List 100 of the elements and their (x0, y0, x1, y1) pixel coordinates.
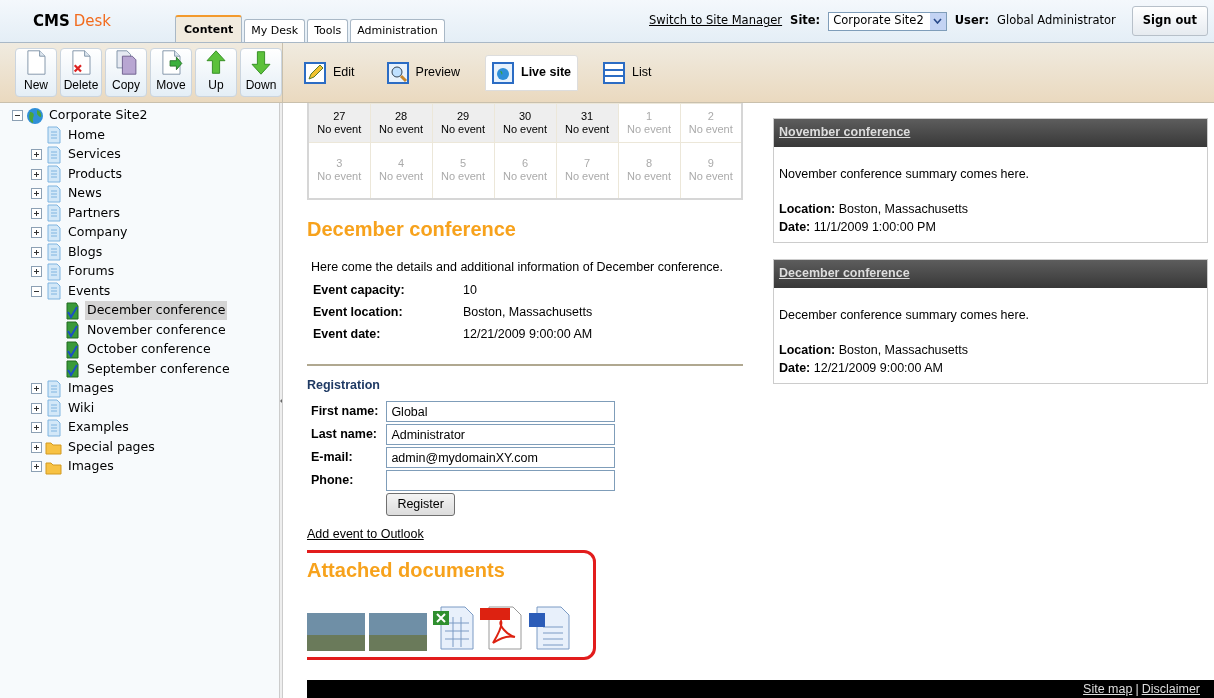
collapse-toggle-icon[interactable] (12, 110, 23, 122)
event-status: No event (564, 170, 610, 184)
event-status: No event (687, 123, 734, 137)
tab[interactable]: Administration (350, 18, 445, 42)
tree-item[interactable]: December conference (85, 301, 228, 321)
footer-link[interactable]: Site map (1083, 679, 1133, 698)
tree-item[interactable]: Home (66, 125, 107, 145)
tree-item[interactable]: Corporate Site2 (47, 106, 150, 126)
photo-placeholder[interactable] (307, 612, 365, 651)
expand-toggle-icon[interactable] (31, 266, 42, 278)
tree-item[interactable]: Images (66, 379, 116, 399)
text-field[interactable]: Global (386, 401, 616, 423)
text-field[interactable]: Administrator (386, 424, 616, 446)
text-field[interactable] (386, 470, 616, 492)
day-number: 5 (458, 157, 468, 171)
detail-label: Event location: (312, 304, 404, 321)
site-select[interactable]: Corporate Site2 (828, 11, 947, 31)
tree-item[interactable]: Partners (66, 203, 122, 223)
expand-toggle-icon[interactable] (31, 383, 42, 395)
magnifier-icon (386, 61, 409, 84)
toolbar-button[interactable]: Down (240, 48, 282, 97)
calendar-cell[interactable]: 30 No event (494, 103, 556, 143)
expand-toggle-icon[interactable] (31, 168, 42, 180)
outlook-link[interactable]: Add event to Outlook (307, 525, 424, 544)
photo-placeholder[interactable] (369, 612, 427, 651)
tree-item[interactable]: Products (66, 164, 124, 184)
view-tab[interactable]: List (596, 54, 659, 91)
sign-out-button[interactable]: Sign out (1131, 6, 1208, 36)
event-link[interactable]: December conference (779, 266, 910, 280)
calendar-cell[interactable]: 27 No event (308, 103, 370, 143)
event-link[interactable]: November conference (779, 125, 911, 139)
view-tab[interactable]: Preview (379, 54, 467, 91)
event-status: No event (626, 123, 672, 137)
view-tab[interactable]: Edit (297, 54, 362, 91)
day-number: 3 (335, 157, 344, 171)
toolbar-button[interactable]: Up (195, 48, 237, 97)
text-field[interactable]: admin@mydomainXY.com (386, 447, 616, 469)
expand-toggle-icon[interactable] (31, 461, 42, 473)
expand-toggle-icon[interactable] (31, 188, 42, 200)
globe-icon (26, 106, 44, 125)
event-title: December conference (307, 216, 517, 242)
day-number: 2 (706, 109, 715, 123)
calendar-cell[interactable]: 29 No event (432, 103, 494, 143)
tree-item[interactable]: Forums (66, 262, 117, 282)
document-icon[interactable] (527, 604, 571, 651)
toolbar-button[interactable]: Move (150, 48, 192, 97)
day-number: 6 (520, 157, 530, 171)
tree-item[interactable]: Wiki (66, 398, 97, 418)
pdf-file-icon[interactable] (479, 604, 523, 651)
expand-toggle-icon[interactable] (31, 422, 42, 434)
collapse-toggle-icon[interactable] (31, 285, 42, 297)
expand-toggle-icon[interactable] (31, 227, 42, 239)
tree-item[interactable]: Blogs (66, 242, 105, 262)
event-status: No event (316, 123, 363, 137)
tree-item[interactable]: Company (66, 223, 130, 243)
day-number: 29 (455, 109, 471, 123)
expand-toggle-icon[interactable] (31, 246, 42, 258)
tree-item[interactable]: Images (66, 457, 116, 477)
footer-link[interactable]: Disclaimer (1141, 679, 1200, 698)
detail-label: Event capacity: (312, 282, 406, 300)
tree-item[interactable]: Services (66, 145, 123, 165)
toolbar-button[interactable]: Copy (105, 48, 147, 97)
event-status: No event (378, 123, 424, 137)
view-tab[interactable]: Live site (485, 54, 579, 91)
flag-check-icon (64, 360, 82, 379)
switch-site-manager-link[interactable]: Switch to Site Manager (649, 12, 783, 30)
expand-toggle-icon[interactable] (31, 402, 42, 414)
toolbar-button[interactable]: New (15, 48, 57, 97)
page-icon (45, 165, 63, 184)
tree-item[interactable]: News (66, 184, 104, 204)
detail-value: 10 (462, 282, 478, 300)
expand-toggle-icon[interactable] (31, 441, 42, 453)
link-separator: | (1135, 680, 1139, 698)
tree-item[interactable]: Events (66, 281, 113, 301)
attachments-heading: Attached documents (307, 557, 506, 583)
calendar-cell[interactable]: 31 No event (556, 103, 618, 143)
calendar-cell[interactable]: 28 No event (370, 103, 432, 143)
register-button[interactable]: Register (386, 493, 455, 516)
expand-toggle-icon[interactable] (31, 207, 42, 219)
tree-item[interactable]: Special pages (66, 437, 157, 457)
event-date: Date: 12/21/2009 9:00:00 AM (779, 360, 944, 378)
page-icon (45, 243, 63, 262)
event-location: Location: Boston, Massachusetts (779, 341, 969, 359)
up-arrow-icon (203, 49, 229, 76)
tree-item[interactable]: Examples (66, 418, 131, 438)
tab[interactable]: My Desk (244, 18, 306, 42)
logo-word: Desk (73, 11, 112, 30)
event-status: No event (687, 170, 734, 184)
toolbar-button[interactable]: Delete (60, 48, 102, 97)
tree-item[interactable]: September conference (85, 359, 232, 379)
day-number: 27 (332, 109, 347, 123)
tab[interactable]: Content (175, 14, 243, 42)
spreadsheet-icon[interactable] (431, 604, 475, 651)
tab[interactable]: Tools (307, 18, 349, 42)
event-status: No event (564, 123, 610, 137)
page-icon (45, 223, 63, 242)
expand-toggle-icon[interactable] (31, 149, 42, 161)
user-name: Global Administrator (997, 12, 1116, 30)
tree-item[interactable]: October conference (85, 340, 213, 360)
tree-item[interactable]: November conference (85, 320, 228, 340)
